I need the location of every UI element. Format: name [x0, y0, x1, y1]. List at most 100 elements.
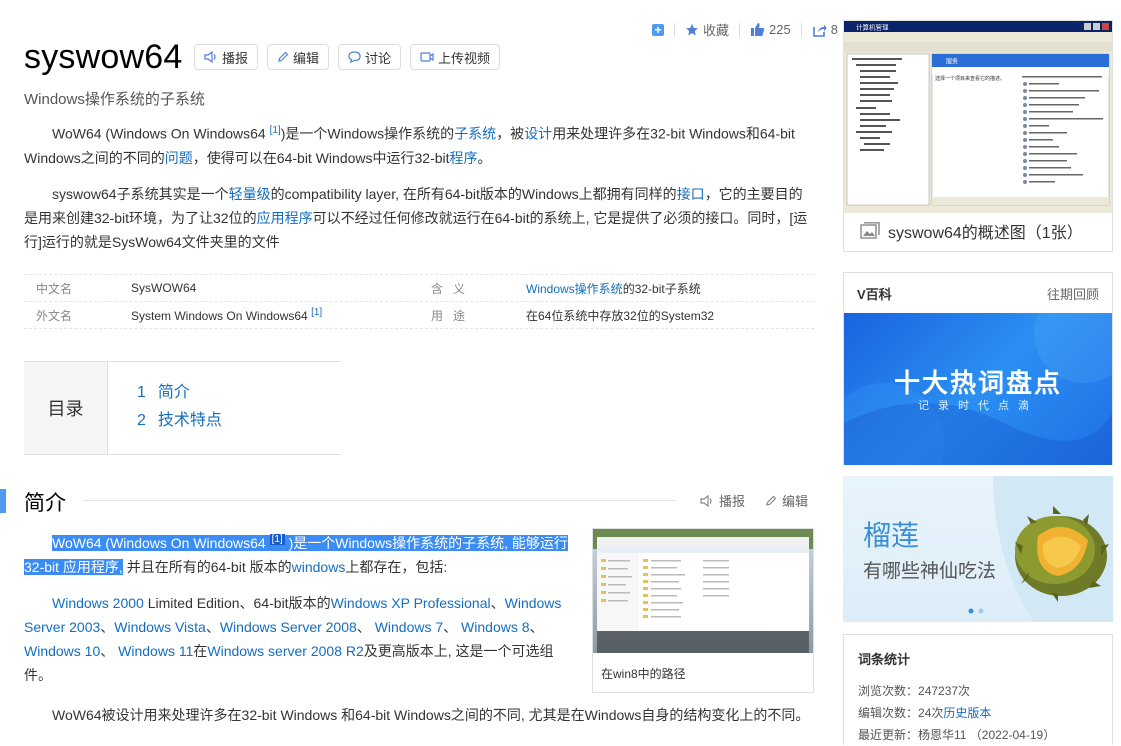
edit-button[interactable]: 编辑	[267, 44, 330, 70]
link-windows[interactable]: windows	[292, 559, 346, 575]
promo-subtitle: 有哪些神仙吃法	[863, 561, 997, 582]
toc-number: 1	[137, 384, 146, 401]
info-value: Windows操作系统的32-bit子系统	[526, 280, 814, 297]
info-key: 用途	[431, 308, 476, 323]
text: syswow64子系统其实是一个	[52, 186, 229, 202]
windows-version-link[interactable]: Windows server 2008 R2	[207, 643, 363, 659]
link-lightweight[interactable]: 轻量级	[229, 186, 271, 202]
windows-version-link[interactable]: Windows 10	[24, 643, 100, 659]
pane-hint: 选择一个项目来查看它的描述。	[935, 75, 1005, 82]
toc-item-features[interactable]: 2 技术特点	[137, 407, 222, 435]
text: 、	[443, 619, 462, 635]
text: 、	[100, 643, 119, 659]
gallery-icon	[860, 222, 880, 239]
link-subsystem[interactable]: 子系统	[454, 126, 496, 142]
windows-version-link[interactable]: Windows 7	[375, 619, 443, 635]
text: 247237次	[918, 684, 971, 698]
pane-title: 服务	[946, 58, 958, 66]
stats-heading: 词条统计	[858, 652, 911, 667]
durian-promo[interactable]: 榴莲 有哪些神仙吃法	[843, 476, 1113, 622]
text: 、	[100, 619, 115, 635]
windows-version-link[interactable]: Windows Vista	[114, 619, 206, 635]
text: 杨恩华11 （2022-04-19）	[918, 728, 1056, 742]
section-title: 简介	[24, 492, 66, 515]
text: 、	[490, 595, 505, 611]
banner-subtitle: 记录时代点滴	[918, 400, 1038, 412]
video-icon	[420, 52, 434, 62]
add-button[interactable]: +	[652, 23, 664, 36]
text: 。	[477, 149, 492, 166]
vbaike-card: V百科 往期回顾 十大热词盘点 记录时代点滴	[843, 272, 1113, 465]
intro-paragraph-2: Windows 2000 Limited Edition、64-bit版本的Wi…	[24, 591, 569, 687]
pencil-icon	[278, 51, 289, 62]
overview-album[interactable]: 计算机管理 服务 选择一个项目来查看它的描述。 syswow64的概述图（1张）	[843, 20, 1113, 252]
vbaike-banner[interactable]: 十大热词盘点 记录时代点滴	[844, 313, 1112, 465]
windows-version-link[interactable]: Windows Server 2008	[220, 619, 357, 635]
report-button[interactable]: 播报	[194, 44, 259, 70]
link-interface[interactable]: 接口	[677, 186, 705, 202]
stats-edits: 编辑次数：24次历史版本	[858, 702, 1112, 724]
text: 在	[193, 643, 208, 659]
toc-list: 1 简介 2 技术特点	[108, 362, 222, 454]
history-version-link[interactable]: 历史版本	[943, 706, 991, 720]
info-key: 含义	[431, 281, 476, 296]
discuss-label: 讨论	[365, 50, 392, 66]
text: )是一个Windows操作系统的	[280, 125, 455, 142]
reference-link[interactable]: [1]	[270, 125, 281, 136]
toc-label: 技术特点	[157, 412, 222, 429]
summary-paragraph-1: WoW64 (Windows On Windows64 [1])是一个Windo…	[24, 119, 814, 170]
section-tools: 播报 编辑	[700, 491, 808, 510]
share-icon	[812, 24, 827, 37]
text: 、	[205, 619, 220, 635]
info-key: 外文名	[36, 308, 73, 323]
intro-image-caption: 在win8中的路径	[601, 667, 686, 681]
toc-number: 2	[137, 412, 146, 429]
text: WoW64 (Windows On Windows64	[52, 534, 270, 551]
text: 的32-bit子系统	[622, 281, 701, 296]
info-value: SysWOW64	[131, 281, 197, 295]
text: 上都存在，包括:	[345, 558, 448, 575]
section-report-button[interactable]: 播报	[700, 491, 745, 510]
windows-version-link[interactable]: Windows 11	[118, 643, 193, 659]
reference-link[interactable]: [1]	[269, 534, 285, 545]
favorite-label: 收藏	[703, 23, 730, 38]
intro-paragraph-1: WoW64 (Windows On Windows64 [1] )是一个Wind…	[24, 528, 579, 579]
table-of-contents: 目录 1 简介 2 技术特点	[24, 361, 341, 455]
section-edit-button[interactable]: 编辑	[765, 491, 808, 510]
windows-version-link[interactable]: Windows 8	[461, 619, 529, 635]
reference-link[interactable]: [1]	[311, 307, 322, 318]
intro-image-card[interactable]: 在win8中的路径	[592, 528, 814, 693]
vbaike-past-link[interactable]: 往期回顾	[1047, 284, 1099, 303]
intro-paragraph-3: WoW64被设计用来处理许多在32-bit Windows 和64-bit Wi…	[52, 707, 810, 723]
link-application[interactable]: 应用程序	[257, 210, 313, 226]
toc-heading: 目录	[24, 362, 108, 454]
album-caption-text: syswow64的概述图（1张）	[888, 225, 1083, 242]
text: 浏览次数：	[858, 684, 919, 698]
share-button[interactable]: 8	[812, 22, 838, 37]
section-report-label: 播报	[719, 494, 746, 509]
section-accent-bar	[0, 489, 6, 513]
link-problem[interactable]: 问题	[165, 150, 193, 166]
toc-label: 简介	[157, 384, 190, 401]
page-subtitle: Windows操作系统的子系统	[24, 91, 205, 108]
windows-version-link[interactable]: Windows XP Professional	[331, 595, 491, 611]
link-design[interactable]: 设计	[524, 126, 552, 142]
discuss-button[interactable]: 讨论	[338, 44, 402, 70]
toc-item-intro[interactable]: 1 简介	[137, 379, 222, 407]
upload-video-button[interactable]: 上传视频	[410, 44, 501, 70]
windows-version-link[interactable]: Windows 2000	[52, 595, 144, 611]
like-button[interactable]: 225	[750, 22, 791, 37]
like-count: 225	[769, 22, 791, 37]
favorite-button[interactable]: 收藏	[685, 20, 729, 39]
promo-title: 榴莲	[863, 520, 920, 551]
section-edit-label: 编辑	[782, 494, 809, 509]
text: WoW64 (Windows On Windows64	[52, 125, 270, 142]
share-count: 8	[830, 22, 838, 37]
text: 最近更新：	[858, 728, 919, 742]
speaker-icon	[204, 51, 216, 63]
link-windows-os[interactable]: Windows操作系统	[526, 282, 623, 296]
text: ，使得可以在64-bit Windows中运行32-bit	[192, 149, 450, 166]
album-caption: syswow64的概述图（1张）	[860, 219, 1083, 243]
explorer-screenshot	[593, 529, 813, 653]
link-program[interactable]: 程序	[450, 150, 478, 166]
